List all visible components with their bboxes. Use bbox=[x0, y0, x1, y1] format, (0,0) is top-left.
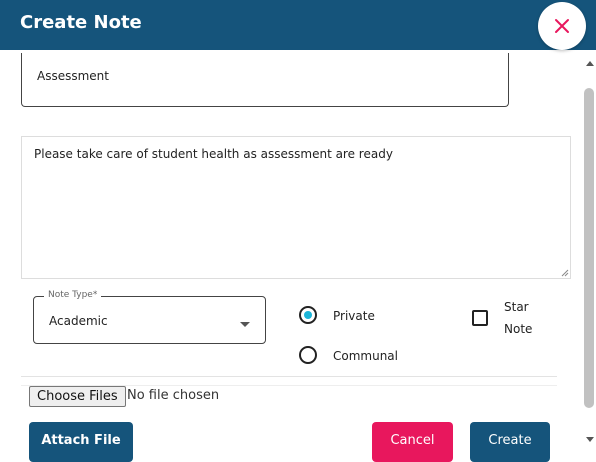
star-note-label-line2: Note bbox=[504, 322, 533, 336]
description-value: Please take care of student health as as… bbox=[34, 147, 393, 161]
attach-file-button[interactable]: Attach File bbox=[29, 422, 133, 462]
close-icon bbox=[555, 19, 569, 33]
scrollbar-thumb[interactable] bbox=[584, 88, 594, 408]
private-radio[interactable] bbox=[299, 306, 317, 324]
star-note-label-line1: Star bbox=[504, 300, 529, 314]
note-type-label: Note Type* bbox=[44, 290, 102, 300]
resize-grip-icon[interactable] bbox=[561, 269, 569, 277]
divider bbox=[21, 376, 557, 377]
subject-value: Assessment bbox=[37, 69, 109, 83]
dialog-title: Create Note bbox=[20, 12, 142, 33]
radio-selected-dot bbox=[304, 311, 312, 319]
choose-files-button[interactable]: Choose Files bbox=[29, 386, 126, 407]
note-type-value: Academic bbox=[49, 314, 108, 328]
star-note-checkbox[interactable] bbox=[472, 310, 488, 326]
create-button[interactable]: Create bbox=[470, 422, 550, 462]
dropdown-caret-icon bbox=[240, 322, 250, 327]
cancel-button[interactable]: Cancel bbox=[372, 422, 453, 462]
scroll-up-arrow-icon[interactable] bbox=[586, 61, 594, 66]
close-button[interactable] bbox=[538, 2, 586, 50]
note-type-select[interactable]: Note Type* Academic bbox=[33, 290, 266, 344]
description-textarea[interactable]: Please take care of student health as as… bbox=[21, 136, 571, 279]
private-label: Private bbox=[333, 309, 375, 323]
file-status: No file chosen bbox=[127, 388, 220, 403]
dialog-header: Create Note bbox=[0, 0, 596, 50]
communal-radio[interactable] bbox=[299, 346, 317, 364]
scroll-down-arrow-icon[interactable] bbox=[586, 437, 594, 442]
communal-label: Communal bbox=[333, 349, 398, 363]
subject-field[interactable]: Assessment bbox=[21, 53, 509, 107]
